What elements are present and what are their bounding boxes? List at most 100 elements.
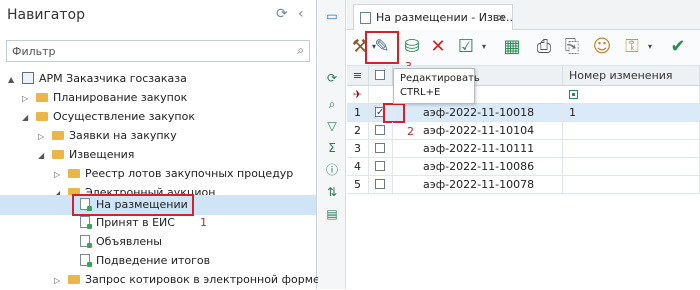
table-row[interactable]: 2 аэф-2022-11-10104 <box>347 122 700 140</box>
columns-icon[interactable]: ▤ <box>324 206 340 222</box>
navigator-panel: Навигатор ⟳ ‹ ⌕ ▲ АРМ Заказчика госзаказа… <box>0 0 320 289</box>
sign-icon[interactable]: ✔ <box>665 34 691 60</box>
checkbox[interactable] <box>375 70 385 80</box>
table-row[interactable]: 4 аэф-2022-11-10086 <box>347 158 700 176</box>
expand-arrow-icon[interactable]: ▷ <box>38 128 48 146</box>
document-icon <box>80 235 92 248</box>
refresh-icon[interactable]: ⟳ <box>324 70 340 86</box>
expand-arrow-icon[interactable]: ▷ <box>54 166 64 184</box>
dropdown-arrow-icon[interactable]: ▾ <box>637 34 663 60</box>
row-number: 1 <box>347 104 369 122</box>
attach-icon[interactable]: ⎘ <box>559 34 585 60</box>
change-number <box>563 140 700 158</box>
filter-icon[interactable]: ▽ <box>324 118 340 134</box>
folder-icon <box>52 131 64 140</box>
window-icon[interactable]: ▭ <box>324 8 340 24</box>
tree-item-requests[interactable]: ▷ Заявки на закупку <box>38 127 177 145</box>
info-icon[interactable]: ⓘ <box>324 162 340 178</box>
row-checkbox[interactable] <box>375 161 385 171</box>
filter-checkbox-icon[interactable] <box>569 90 578 99</box>
search-icon[interactable]: ⌕ <box>297 43 304 58</box>
toolbar: ⚒ ▾ ✎ ⛁ ✕ ☑ ▾ ▦ ⎙ ⎘ ☺ ⚿ ▾ ✔ <box>347 30 700 66</box>
row-checkbox-cell[interactable] <box>369 140 393 158</box>
tree-item-label: АРМ Заказчика госзаказа <box>39 72 187 85</box>
document-icon <box>360 12 371 24</box>
collapse-arrow-icon[interactable]: ◢ <box>22 109 32 127</box>
tooltip-title: Редактировать <box>400 73 480 84</box>
chevron-left-icon[interactable]: ‹ <box>298 6 304 22</box>
main-panel: На размещении - Изве... × ⚒ ▾ ✎ ⛁ ✕ ☑ ▾ … <box>347 0 700 289</box>
tree-item-label: Объявлены <box>96 235 162 248</box>
pin-icon[interactable]: ✈ <box>347 86 369 104</box>
tree-item-lots-registry[interactable]: ▷ Реестр лотов закупочных процедур <box>54 165 293 183</box>
tree-item-label: Подведение итогов <box>96 254 211 267</box>
tree-item-on-placement[interactable]: На размещении <box>80 196 188 214</box>
close-icon[interactable]: × <box>497 5 506 30</box>
database-icon[interactable]: ⛁ <box>399 34 425 60</box>
change-number-header[interactable]: Номер изменения <box>563 66 700 86</box>
tree-item-label: Запрос котировок в электронной форме <box>85 273 320 286</box>
tree-item-notices[interactable]: ◢ Извещения <box>38 146 134 164</box>
tab-label: На размещении - Изве... <box>376 11 513 24</box>
row-checkbox[interactable] <box>375 125 385 135</box>
table-row[interactable]: 3 аэф-2022-11-10111 <box>347 140 700 158</box>
row-number: 2 <box>347 122 369 140</box>
dropdown-arrow-icon[interactable]: ▾ <box>471 34 497 60</box>
menu-icon[interactable]: ≡ <box>347 66 369 86</box>
notice-number: аэф-2022-11-10018 <box>393 104 563 122</box>
tree-item-announced[interactable]: Объявлены <box>80 233 162 251</box>
document-icon <box>80 216 92 229</box>
notice-number: аэф-2022-11-10111 <box>393 140 563 158</box>
print-icon[interactable]: ⎙ <box>531 34 557 60</box>
row-checkbox-cell[interactable] <box>369 122 393 140</box>
filter-input[interactable] <box>7 41 277 61</box>
document-icon <box>80 198 92 211</box>
collapse-arrow-icon[interactable]: ◢ <box>38 147 48 165</box>
filter-field[interactable]: ⌕ <box>6 40 310 62</box>
select-all-checkbox[interactable] <box>369 66 393 86</box>
notice-number: аэф-2022-11-10078 <box>393 176 563 194</box>
collapse-arrow-icon[interactable]: ▲ <box>8 71 18 89</box>
tree-item-label: Осуществление закупок <box>53 110 195 123</box>
folder-icon <box>36 112 48 121</box>
sort-icon[interactable]: ⇅ <box>324 184 340 200</box>
tree-item-planning[interactable]: ▷ Планирование закупок <box>22 89 187 107</box>
folder-icon <box>52 150 64 159</box>
delete-button[interactable]: ✕ <box>425 34 451 60</box>
edit-button[interactable]: ✎ <box>369 34 395 60</box>
row-number: 5 <box>347 176 369 194</box>
annotation-number-1: 1 <box>200 216 207 229</box>
row-checkbox-cell[interactable] <box>369 176 393 194</box>
row-checkbox-cell[interactable] <box>369 158 393 176</box>
tab-on-placement[interactable]: На размещении - Изве... × <box>353 4 513 30</box>
change-number <box>563 122 700 140</box>
tree-item-label: Извещения <box>69 148 135 161</box>
tree-item-procurement[interactable]: ◢ Осуществление закупок <box>22 108 195 126</box>
row-checkbox[interactable] <box>375 179 385 189</box>
row-number: 3 <box>347 140 369 158</box>
report-icon[interactable]: ▦ <box>499 34 525 60</box>
table-row[interactable]: 5 аэф-2022-11-10078 <box>347 176 700 194</box>
app-icon <box>22 72 34 84</box>
change-number: 1 <box>563 104 700 122</box>
notice-number: аэф-2022-11-10104 <box>393 122 563 140</box>
folder-icon <box>68 169 80 178</box>
expand-arrow-icon[interactable]: ▷ <box>54 272 64 290</box>
filter-toggle[interactable] <box>563 86 700 104</box>
user-icon[interactable]: ☺ <box>589 34 615 60</box>
tree-item-label: Заявки на закупку <box>69 129 177 142</box>
find-icon[interactable]: ⌕ <box>324 96 340 112</box>
expand-arrow-icon[interactable]: ▷ <box>22 90 32 108</box>
tree-item-arm[interactable]: ▲ АРМ Заказчика госзаказа <box>8 70 187 88</box>
tree-item-results[interactable]: Подведение итогов <box>80 252 210 270</box>
refresh-icon[interactable]: ⟳ <box>276 6 288 22</box>
navigator-title: Навигатор <box>7 7 85 23</box>
tab-bar: На размещении - Изве... × <box>347 0 700 30</box>
row-checkbox[interactable] <box>375 143 385 153</box>
tree-item-label: На размещении <box>96 198 188 211</box>
tree-item-quotations[interactable]: ▷ Запрос котировок в электронной форме <box>54 271 320 289</box>
sum-icon[interactable]: Σ <box>324 140 340 156</box>
tree-item-label: Принят в ЕИС <box>96 216 175 229</box>
tree-item-accepted-eis[interactable]: Принят в ЕИС <box>80 214 175 232</box>
change-number <box>563 158 700 176</box>
